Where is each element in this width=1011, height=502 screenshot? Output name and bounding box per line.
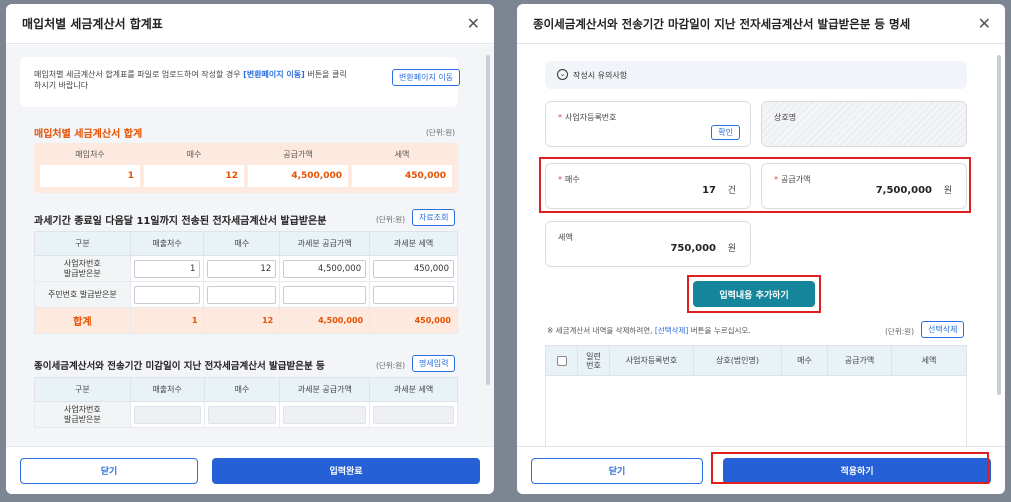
modal-title: 매입처별 세금계산서 합계표 (22, 17, 163, 31)
summary-modal-header: 매입처별 세금계산서 합계표 ✕ (6, 4, 494, 44)
detail-table: 일련 번호 사업자등록번호 상호(법인명) 매수 공급가액 세액 (545, 345, 967, 446)
tax-input (373, 405, 454, 424)
highlight-box (711, 452, 989, 484)
scrollbar[interactable] (486, 55, 490, 385)
section1-title: 과세기간 종료일 다음달 11일까지 전송된 전자세금계산서 발급받은분 (34, 216, 327, 227)
modal-title: 종이세금계산서와 전송기간 마감일이 지난 전자세금계산서 발급받은분 등 명세 (533, 16, 911, 31)
notice-text: 매입처별 세금계산서 합계표를 파일로 업로드하여 작성할 경우 [변환페이지 … (34, 70, 347, 90)
summary-modal-footer: 닫기 입력완료 (6, 446, 494, 494)
summary-vendor-count: 1 (40, 165, 140, 187)
section2-title: 종이세금계산서와 전송기간 미감일이 지난 전자세금계산서 발급받은분 등 (34, 361, 325, 372)
close-button[interactable]: 닫기 (531, 457, 703, 484)
summary-modal: 매입처별 세금계산서 합계표 ✕ 매입처별 세금계산서 합계표를 파일로 업로드… (6, 4, 494, 494)
total-row: 합계 1 12 4,500,000 450,000 (34, 307, 458, 334)
supply-input[interactable] (283, 285, 367, 304)
notes-label: 작성시 유의사항 (573, 71, 628, 80)
section1-unit: (단위:원) (376, 215, 406, 224)
select-all-checkbox[interactable] (556, 355, 567, 366)
convert-page-button[interactable]: 변환페이지 이동 (392, 69, 461, 86)
summary-tax: 450,000 (352, 165, 452, 187)
close-icon[interactable]: ✕ (978, 15, 991, 32)
supply-input (283, 405, 367, 424)
chevron-down-icon: ⌄ (557, 69, 568, 80)
table-row: 사업자번호 발급받은분 1 12 4,500,000 450,000 (34, 255, 458, 282)
highlight-box (687, 275, 821, 313)
table-row: 주민번호 발급받은분 (34, 281, 458, 308)
count-input[interactable] (207, 285, 277, 304)
tax-input[interactable] (373, 285, 454, 304)
right-unit: (단위:원) (885, 327, 915, 336)
notice-card: 매입처별 세금계산서 합계표를 파일로 업로드하여 작성할 경우 [변환페이지 … (20, 57, 461, 107)
tax-field[interactable]: 세액 750,000 원 (545, 221, 751, 267)
section2-unit: (단위:원) (376, 361, 406, 370)
close-button[interactable]: 닫기 (20, 457, 198, 484)
table-header: 일련 번호 사업자등록번호 상호(법인명) 매수 공급가액 세액 (546, 346, 966, 376)
summary-modal-body: 매입처별 세금계산서 합계표를 파일로 업로드하여 작성할 경우 [변환페이지 … (6, 45, 494, 446)
detail-modal-header: 종이세금계산서와 전송기간 마감일이 지난 전자세금계산서 발급받은분 등 명세… (517, 4, 1005, 44)
scrollbar[interactable] (997, 55, 1001, 395)
bizno-field[interactable]: * 사업자등록번호 확인 (545, 101, 751, 147)
notes-panel[interactable]: ⌄ 작성시 유의사항 (545, 61, 967, 89)
detail-modal: 종이세금계산서와 전송기간 마감일이 지난 전자세금계산서 발급받은분 등 명세… (517, 4, 1005, 494)
summary-unit: (단위:원) (426, 128, 456, 137)
vendor-count-input[interactable]: 1 (133, 259, 201, 278)
submit-button[interactable]: 입력완료 (212, 457, 480, 484)
confirm-button[interactable]: 확인 (711, 125, 740, 140)
section2-table: 구분 매출처수 매수 과세분 공급가액 과세분 세액 사업자번호 발급받은분 (34, 377, 458, 428)
highlight-box (539, 157, 971, 213)
summary-count: 12 (144, 165, 244, 187)
summary-supply: 4,500,000 (248, 165, 348, 187)
delete-selected-button[interactable]: 선택삭제 (921, 321, 965, 338)
tax-input[interactable]: 450,000 (373, 259, 454, 278)
vendor-count-input (133, 405, 201, 424)
close-icon[interactable]: ✕ (467, 15, 480, 32)
detail-modal-body: ⌄ 작성시 유의사항 * 사업자등록번호 확인 상호명 * 매수 17 건 * 공급가… (517, 45, 1005, 446)
company-field: 상호명 (761, 101, 967, 147)
count-input[interactable]: 12 (207, 259, 277, 278)
section1-table: 구분 매출처수 매수 과세분 공급가액 과세분 세액 사업자번호 발급받은분 1… (34, 231, 458, 334)
delete-note: ※ 세금계산서 내역을 삭제하려면, [선택삭제] 버튼을 누르십시오. (547, 326, 751, 335)
summary-title: 매입처별 세금계산서 합계 (34, 129, 143, 140)
detail-input-button[interactable]: 명세입력 (412, 355, 456, 372)
vendor-count-input[interactable] (133, 285, 201, 304)
data-lookup-button[interactable]: 자료조회 (412, 209, 456, 226)
summary-box: 매입처수 매수 공급가액 세액 1 12 4,500,000 450,000 (34, 143, 458, 193)
count-input (207, 405, 277, 424)
tax-value: 750,000 (670, 243, 716, 254)
table-row: 사업자번호 발급받은분 (34, 401, 458, 428)
supply-input[interactable]: 4,500,000 (283, 259, 367, 278)
